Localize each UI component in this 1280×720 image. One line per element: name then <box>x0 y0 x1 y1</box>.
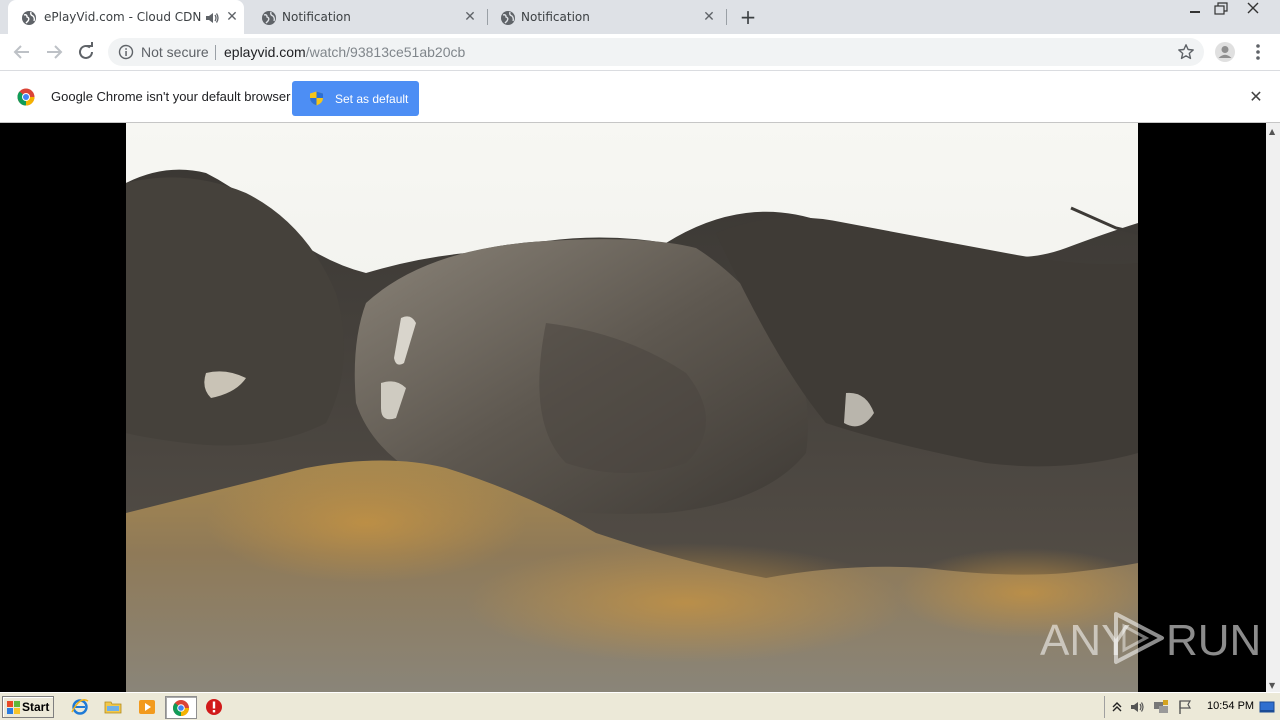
set-as-default-label: Set as default <box>335 92 409 106</box>
globe-icon <box>22 11 36 25</box>
minimize-button[interactable] <box>1182 0 1208 18</box>
file-explorer-icon[interactable] <box>104 698 122 716</box>
new-tab-button[interactable]: + <box>737 6 759 28</box>
tab-close-icon[interactable]: ✕ <box>224 9 240 25</box>
chrome-logo-icon <box>17 88 35 106</box>
infobar-message: Google Chrome isn't your default browser <box>51 89 291 104</box>
tab-title: Notification <box>282 10 351 24</box>
anyrun-watermark: ANY RUN <box>1040 608 1261 668</box>
start-button[interactable]: Start <box>2 696 54 718</box>
globe-icon <box>262 11 276 25</box>
action-center-flag-icon[interactable] <box>1177 699 1193 715</box>
address-bar[interactable]: Not secure eplayvid.com/watch/93813ce51a… <box>108 38 1204 66</box>
tab-notification-2[interactable]: Notification ✕ <box>487 0 723 34</box>
scroll-up-arrow-icon[interactable]: ▲ <box>1269 127 1275 136</box>
restore-button[interactable] <box>1208 0 1234 18</box>
page-content: ANY RUN <box>0 123 1266 692</box>
bookmark-star-icon[interactable] <box>1177 43 1195 61</box>
volume-icon[interactable] <box>1129 699 1145 715</box>
tab-strip: ePlayVid.com - Cloud CDN ✕ Notification … <box>0 0 1280 34</box>
browser-toolbar: Not secure eplayvid.com/watch/93813ce51a… <box>0 34 1280 70</box>
security-label[interactable]: Not secure <box>141 44 209 60</box>
watermark-run: RUN <box>1166 616 1262 665</box>
tab-close-icon[interactable]: ✕ <box>462 9 478 25</box>
tab-eplayvid[interactable]: ePlayVid.com - Cloud CDN ✕ <box>8 0 244 34</box>
tab-title: ePlayVid.com - Cloud CDN <box>44 10 202 24</box>
set-as-default-button[interactable]: Set as default <box>292 81 419 116</box>
system-clock[interactable]: 10:54 PM <box>1207 700 1254 712</box>
video-frame-image <box>126 123 1138 692</box>
url-host: eplayvid.com <box>224 44 306 60</box>
system-tray: 10:54 PM <box>1104 696 1280 718</box>
show-hidden-icons-icon[interactable] <box>1109 699 1125 715</box>
taskbar-chrome-button[interactable] <box>165 696 197 719</box>
url-text[interactable]: eplayvid.com/watch/93813ce51ab20cb <box>224 44 465 60</box>
omnibox-divider <box>215 45 216 60</box>
show-desktop-icon[interactable] <box>1259 699 1275 715</box>
tab-close-icon[interactable]: ✕ <box>701 9 717 25</box>
profile-avatar-icon[interactable] <box>1214 41 1236 63</box>
infobar-close-icon[interactable]: ✕ <box>1247 88 1265 106</box>
close-window-button[interactable] <box>1240 0 1266 18</box>
stop-sign-icon[interactable] <box>205 698 223 716</box>
info-icon[interactable] <box>118 44 134 60</box>
globe-icon <box>501 11 515 25</box>
page-scrollbar[interactable]: ▲ ▼ <box>1266 123 1280 692</box>
tab-title: Notification <box>521 10 590 24</box>
start-label: Start <box>22 700 50 714</box>
windows-flag-icon <box>7 701 20 714</box>
play-logo-icon <box>1114 612 1164 664</box>
internet-explorer-icon[interactable] <box>71 698 89 716</box>
default-browser-infobar: Google Chrome isn't your default browser… <box>0 70 1280 123</box>
network-icon[interactable] <box>1153 699 1169 715</box>
video-player[interactable] <box>126 123 1138 692</box>
media-player-icon[interactable] <box>138 698 156 716</box>
reload-icon[interactable] <box>74 40 98 64</box>
chrome-taskbar-icon <box>172 700 190 717</box>
audio-playing-icon[interactable] <box>204 10 220 26</box>
scroll-down-arrow-icon[interactable]: ▼ <box>1269 681 1275 690</box>
forward-arrow-icon[interactable] <box>42 40 66 64</box>
uac-shield-icon <box>310 91 323 106</box>
kebab-menu-icon[interactable] <box>1250 42 1266 62</box>
windows-taskbar: Start 10:54 PM <box>0 692 1280 720</box>
back-arrow-icon[interactable] <box>10 40 34 64</box>
url-path: /watch/93813ce51ab20cb <box>305 44 466 60</box>
tab-notification-1[interactable]: Notification ✕ <box>248 0 484 34</box>
tab-separator <box>726 9 727 25</box>
